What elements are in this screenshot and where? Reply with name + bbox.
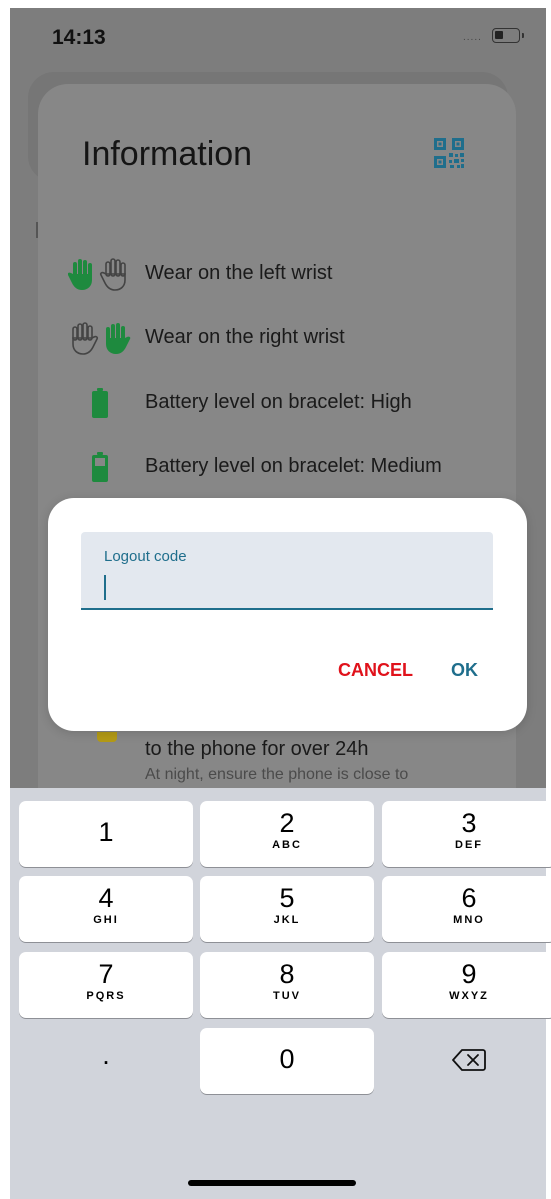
info-row-phone-distance: to the phone for over 24h [145, 738, 369, 760]
delete-key[interactable] [382, 1028, 551, 1094]
key-1[interactable]: 1 [19, 801, 193, 867]
key-0[interactable]: 0 [200, 1028, 374, 1094]
info-row-battery-high: Battery level on bracelet: High [145, 391, 412, 413]
numeric-keypad: 1 2 ABC 3 DEF 4 GHI 5 JKL 6 MNO 7 PQRS 8… [10, 788, 551, 1199]
logout-code-field[interactable]: Logout code [81, 532, 493, 610]
home-indicator[interactable] [188, 1180, 356, 1186]
battery-medium-icon [92, 452, 108, 482]
hands-right-icon [72, 322, 131, 355]
key-3[interactable]: 3 DEF [382, 801, 551, 867]
logout-code-label: Logout code [104, 548, 187, 565]
cancel-button[interactable]: CANCEL [338, 660, 413, 681]
key-2[interactable]: 2 ABC [200, 801, 374, 867]
signal-dots: ..... [463, 32, 482, 43]
qr-code-icon[interactable] [433, 137, 465, 169]
battery-high-icon [92, 388, 108, 418]
info-row-night-hint: At night, ensure the phone is close to [145, 766, 409, 783]
hands-left-icon [68, 258, 126, 291]
info-row-left-wrist: Wear on the left wrist [145, 262, 333, 284]
ok-button[interactable]: OK [451, 660, 478, 681]
info-row-battery-medium: Battery level on bracelet: Medium [145, 455, 442, 477]
text-caret [104, 575, 106, 600]
key-8[interactable]: 8 TUV [200, 952, 374, 1018]
logout-dialog: Logout code CANCEL OK [48, 498, 527, 731]
info-row-right-wrist: Wear on the right wrist [145, 326, 345, 348]
backspace-icon [452, 1049, 486, 1071]
key-4[interactable]: 4 GHI [19, 876, 193, 942]
warning-badge-icon [97, 732, 117, 742]
sheet-title: Information [82, 135, 253, 173]
key-6[interactable]: 6 MNO [382, 876, 551, 942]
key-5[interactable]: 5 JKL [200, 876, 374, 942]
key-7[interactable]: 7 PQRS [19, 952, 193, 1018]
status-battery-icon [492, 28, 524, 43]
status-time: 14:13 [52, 26, 106, 49]
key-dot[interactable]: . [19, 1028, 193, 1094]
key-9[interactable]: 9 WXYZ [382, 952, 551, 1018]
